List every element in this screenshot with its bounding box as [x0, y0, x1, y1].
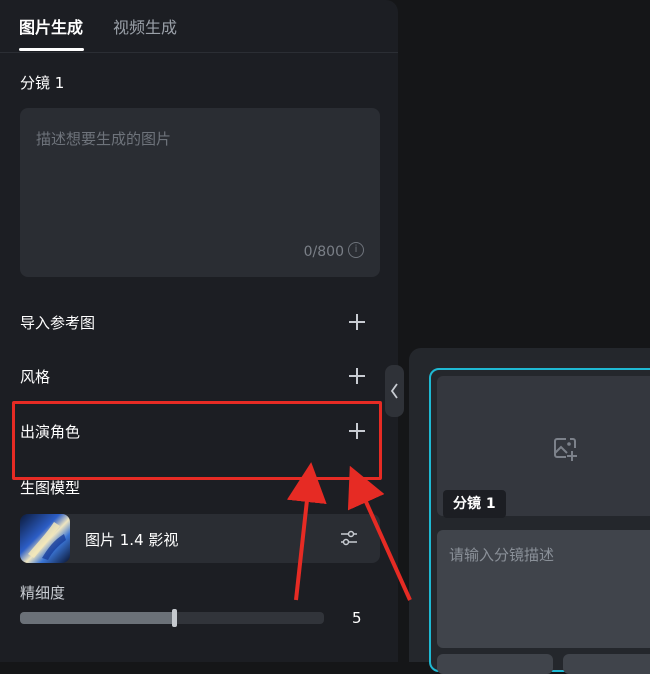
- tab-bar: 图片生成 视频生成: [0, 0, 398, 53]
- add-reference-icon[interactable]: [348, 313, 366, 331]
- tab-image-generation[interactable]: 图片生成: [19, 14, 83, 38]
- annotation-highlight-box: [12, 401, 382, 480]
- add-style-icon[interactable]: [348, 367, 366, 385]
- frame-bottom-control-left[interactable]: [437, 654, 553, 674]
- frame-description-placeholder: 请输入分镜描述: [449, 546, 555, 564]
- model-selector[interactable]: 图片 1.4 影视: [20, 514, 380, 563]
- add-image-icon[interactable]: [552, 436, 578, 462]
- frame-description-input[interactable]: 请输入分镜描述: [437, 530, 650, 648]
- left-panel: 图片生成 视频生成 分镜 1 描述想要生成的图片 0/800 i 导入参考图 风…: [0, 0, 398, 662]
- active-tab-indicator: [19, 48, 84, 51]
- frame-badge: 分镜 1: [443, 490, 506, 518]
- storyboard-panel: 分镜 1 请输入分镜描述: [409, 348, 650, 674]
- storyboard-frame-card[interactable]: 分镜 1 请输入分镜描述: [429, 368, 650, 674]
- reference-image-row[interactable]: 导入参考图: [20, 310, 366, 334]
- char-counter: 0/800: [303, 244, 344, 260]
- model-name: 图片 1.4 影视: [85, 531, 179, 549]
- model-section-label: 生图模型: [20, 479, 81, 497]
- style-row[interactable]: 风格: [20, 364, 366, 388]
- info-icon[interactable]: i: [348, 242, 364, 258]
- precision-slider-thumb[interactable]: [172, 609, 177, 627]
- tab-video-generation[interactable]: 视频生成: [113, 14, 177, 38]
- frame-image-placeholder[interactable]: 分镜 1: [437, 376, 650, 518]
- chevron-left-icon: [390, 383, 398, 399]
- collapse-panel-handle[interactable]: [385, 365, 404, 417]
- style-label: 风格: [20, 368, 51, 386]
- precision-slider-fill: [20, 612, 172, 624]
- storyboard-title: 分镜 1: [20, 74, 65, 92]
- settings-sliders-icon[interactable]: [340, 529, 358, 547]
- frame-bottom-control-right[interactable]: [563, 654, 650, 674]
- prompt-input[interactable]: 描述想要生成的图片 0/800 i: [20, 108, 380, 277]
- reference-image-label: 导入参考图: [20, 314, 96, 332]
- precision-value: 5: [352, 609, 362, 627]
- precision-label: 精细度: [20, 584, 66, 602]
- precision-slider[interactable]: [20, 609, 324, 627]
- model-thumbnail: [20, 514, 70, 563]
- prompt-placeholder: 描述想要生成的图片: [36, 130, 172, 148]
